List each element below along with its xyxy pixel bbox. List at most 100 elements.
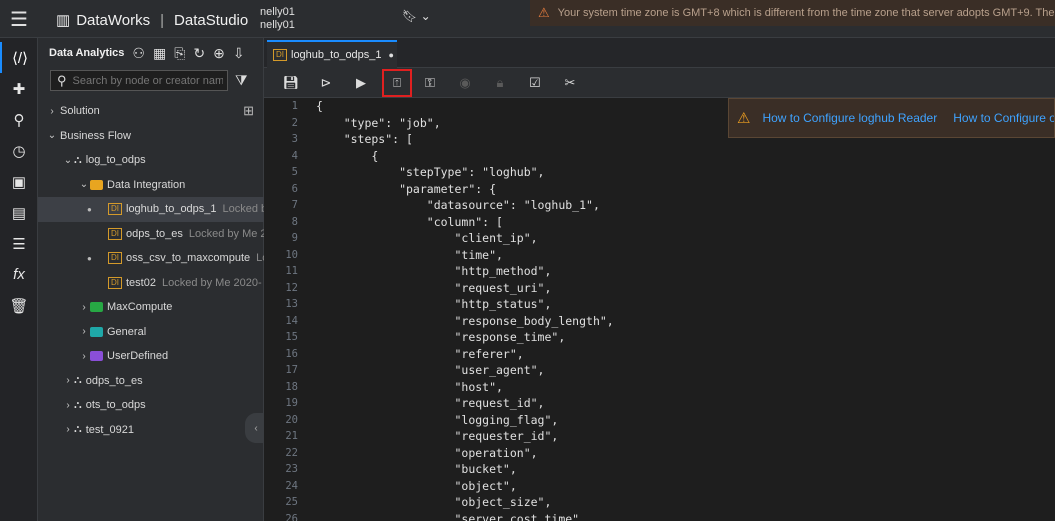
chevron-right-icon[interactable]: › <box>62 424 74 435</box>
left-icon-bar: ⟨/⟩ ✚ ⚲ ◷ ▣ ▤ ☰ fx 🗑︎ <box>0 38 38 521</box>
di-node-icon: DI <box>108 252 122 265</box>
tree-business-flow[interactable]: ⌄ Business Flow <box>38 124 264 149</box>
code-line: 21 "requester_id", <box>264 428 1055 445</box>
refresh-icon[interactable]: ↻ <box>193 45 205 62</box>
code-text: "steps": [ <box>316 132 413 146</box>
search-icon: ⚲ <box>57 72 67 88</box>
list-icon[interactable]: ☰ <box>0 228 38 259</box>
tree-flow-test-0921[interactable]: › ⛬ test_0921 <box>38 418 264 443</box>
code-text: "type": "job", <box>316 115 441 130</box>
chevron-right-icon[interactable]: › <box>62 400 74 411</box>
user-line-2: nelly01 <box>260 19 295 31</box>
code-editor[interactable]: 1 {2 "type": "job", 3 "steps": [4 {5 "step… <box>264 98 1055 521</box>
grid-icon[interactable]: ⊞ <box>243 103 254 119</box>
chevron-down-icon[interactable]: ⌄ <box>46 130 58 141</box>
function-icon[interactable]: fx <box>0 259 38 290</box>
code-text: "request_uri", <box>316 280 552 295</box>
code-text: "object", <box>316 478 517 493</box>
userdefined-icon <box>90 351 103 362</box>
search-icon[interactable]: ⚲ <box>0 104 38 135</box>
chevron-down-icon[interactable]: ⌄ <box>417 9 431 23</box>
tree-folder-userdefined[interactable]: › UserDefined <box>38 344 264 369</box>
code-line: 20 "logging_flag", <box>264 412 1055 429</box>
chevron-down-icon[interactable]: ⌄ <box>78 179 90 190</box>
tree-folder-data-integration[interactable]: ⌄ Data Integration <box>38 173 264 198</box>
user-filter-icon[interactable]: ⚇ <box>132 45 145 62</box>
code-icon[interactable]: ⟨/⟩ <box>0 42 38 73</box>
code-text: { <box>316 99 323 113</box>
tree-flow-log-to-odps[interactable]: ⌄ ⛬ log_to_odps <box>38 148 264 173</box>
tree-item-label: MaxCompute <box>107 301 173 314</box>
locate-icon[interactable]: ⊕ <box>213 45 225 62</box>
tree-flow-odps-to-es[interactable]: › ⛬ odps_to_es <box>38 369 264 394</box>
clock-icon[interactable]: ◷ <box>0 135 38 166</box>
puzzle-icon[interactable]: ✚ <box>0 73 38 104</box>
chevron-right-icon[interactable]: › <box>78 326 90 337</box>
code-line: 25 "object_size", <box>264 494 1055 511</box>
tree-flow-ots-to-odps[interactable]: › ⛬ ots_to_odps <box>38 393 264 418</box>
tree-node-loghub-to-odps-1[interactable]: ● DI loghub_to_odps_1 Locked by <box>38 197 264 222</box>
run-icon[interactable]: ⊳ <box>315 73 337 93</box>
dataworks-logo-icon: ▥ <box>56 12 71 29</box>
solution-label: Solution <box>60 105 100 118</box>
code-text: "logging_flag", <box>316 412 559 427</box>
chevron-right-icon[interactable]: › <box>78 351 90 362</box>
search-input[interactable] <box>72 74 223 87</box>
di-node-icon: DI <box>108 227 122 240</box>
tab-loghub-to-odps-1[interactable]: DI loghub_to_odps_1 ● <box>267 40 397 68</box>
format-icon[interactable]: ✂ <box>559 73 581 93</box>
import-icon[interactable]: ⇩ <box>233 45 245 62</box>
code-text: "response_body_length", <box>316 313 614 328</box>
save-icon[interactable]: 💾︎ <box>280 73 302 93</box>
line-number: 7 <box>291 199 298 211</box>
code-text: "object_size", <box>316 495 552 509</box>
tree-item-label: test_0921 <box>85 423 135 436</box>
table-icon[interactable]: ▤ <box>0 197 38 228</box>
trash-icon[interactable]: 🗑︎ <box>0 290 38 321</box>
line-number: 11 <box>285 265 298 277</box>
tree-item-label: odps_to_es <box>126 227 183 240</box>
tree-folder-maxcompute[interactable]: › MaxCompute <box>38 295 264 320</box>
tree-folder-general[interactable]: › General <box>38 320 264 345</box>
briefcase-icon[interactable]: ▣ <box>0 166 38 197</box>
unsaved-dot-icon[interactable]: ● <box>389 50 394 60</box>
tree-item-meta: Locked by <box>222 203 264 216</box>
code-text: "http_status", <box>316 297 552 311</box>
chevron-right-icon[interactable]: › <box>78 302 90 313</box>
code-line: 11 "http_method", <box>264 263 1055 280</box>
search-box: ⚲ <box>50 70 228 91</box>
workflow-icon: ⛬ <box>74 153 82 166</box>
folder-icon <box>90 179 103 190</box>
filter-icon[interactable]: ⧩ <box>235 72 248 89</box>
line-number: 3 <box>291 133 298 145</box>
new-file-icon[interactable]: ⎘ <box>174 45 185 62</box>
menu-icon[interactable]: ☰ <box>0 0 38 38</box>
tree-node-test02[interactable]: DI test02 Locked by Me 2020- <box>38 271 264 296</box>
timezone-warning-text: Your system time zone is GMT+8 which is … <box>557 7 1055 19</box>
chevron-down-icon[interactable]: ⌄ <box>62 155 74 166</box>
tree-node-odps-to-es[interactable]: DI odps_to_es Locked by Me 2 <box>38 222 264 247</box>
help-link-second[interactable]: How to Configure o <box>953 111 1054 125</box>
di-node-icon: DI <box>273 49 287 61</box>
review-icon[interactable]: ☑ <box>524 73 546 93</box>
status-dot: ● <box>87 204 92 214</box>
tree-item-label: Data Integration <box>107 178 186 191</box>
code-line: 19 "request_id", <box>264 395 1055 412</box>
help-link-loghub-reader[interactable]: How to Configure loghub Reader <box>762 111 937 125</box>
chevron-right-icon[interactable]: › <box>62 375 74 386</box>
run-with-params-icon[interactable]: ▶ <box>350 73 372 93</box>
bookmark-icon[interactable]: 🔖︎ ⌄ <box>402 9 431 23</box>
convert-to-script-icon[interactable]: ⍐ <box>382 69 412 97</box>
line-number: 14 <box>285 314 298 327</box>
tree-node-oss-csv-to-maxcompute[interactable]: ● DI oss_csv_to_maxcompute Lo <box>38 246 264 271</box>
code-line: 9 "client_ip", <box>264 230 1055 247</box>
resource-group-icon[interactable]: ⚿ <box>419 73 441 93</box>
tree-solution[interactable]: › Solution ⊞ <box>38 99 264 124</box>
table-search-icon[interactable]: ▦ <box>153 45 166 62</box>
chevron-right-icon[interactable]: › <box>46 106 58 117</box>
workspace-selector[interactable]: nelly01 nelly01 <box>260 6 295 32</box>
code-line: 22 "operation", <box>264 445 1055 462</box>
di-node-icon: DI <box>108 203 122 216</box>
code-line: 5 "stepType": "loghub", <box>264 164 1055 181</box>
tree-item-label: log_to_odps <box>85 154 146 167</box>
